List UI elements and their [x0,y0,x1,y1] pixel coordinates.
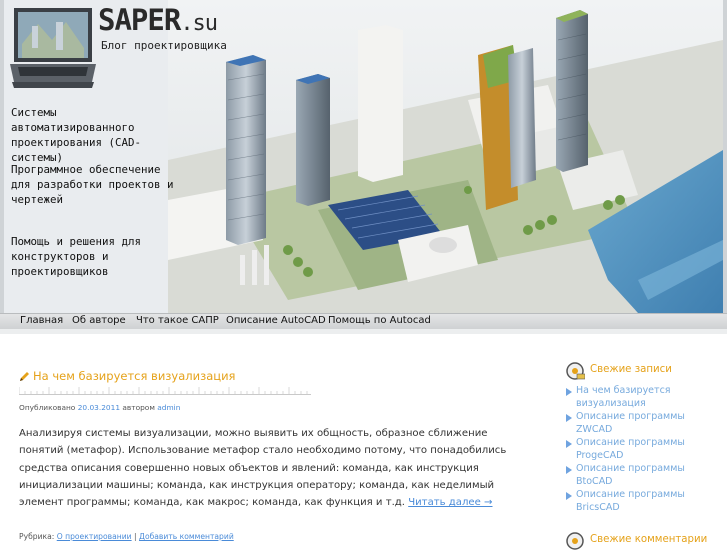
nav-divider [0,329,727,334]
laptop-logo-image [10,8,96,88]
recent-post-label: Описание программы BtoCAD [576,463,685,488]
header-border-left [0,0,4,313]
add-comment-link[interactable]: Добавить комментарий [139,532,234,541]
category-link[interactable]: О проектировании [57,532,132,541]
meta-prefix: Опубликовано [19,403,76,412]
logo-main-text: SAPER [98,3,181,37]
arrow-right-icon [566,440,572,449]
site-tagline: Блог проектировщика [101,39,227,52]
slogan-help: Помощь и решения для конструкторов и про… [11,235,142,278]
pencil-icon [20,372,29,381]
list-item[interactable]: На чем базируется визуализация [566,385,716,411]
footer-separator: | [134,532,137,541]
ruler-divider [19,387,311,395]
widget-title-recent-comments: Свежие комментарии [590,534,708,545]
list-item[interactable]: Описание программы ProgeCAD [566,437,716,463]
post-excerpt: Анализируя системы визуализации, можно в… [19,425,524,511]
logo-suffix-text: .su [180,11,218,36]
header-border-right [723,0,727,313]
slogan-software: Программное обеспечение для разработки п… [11,163,174,206]
arrow-right-icon [566,414,572,423]
header-city-image [168,0,723,313]
recent-post-label: Описание программы ZWCAD [576,411,685,435]
post-footer-meta: Рубрика: О проектировании | Добавить ком… [19,532,234,541]
tape-measure-icon [566,532,584,550]
main-nav: Главная Об авторе Что такое САПР Описани… [0,313,727,330]
arrow-right-icon [566,492,572,501]
site-header: SAPER.su Блог проектировщика Системы авт… [0,0,727,313]
read-more-link[interactable]: Читать далее → [408,497,492,508]
arrow-right-icon [566,388,572,396]
recent-post-label: Описание программы ProgeCAD [576,437,685,461]
post-author-link[interactable]: admin [157,403,180,412]
nav-item-autocad-help[interactable]: Помощь по Autocad [328,315,431,326]
tape-measure-icon [566,362,585,380]
slogan-cad-systems: Системы автоматизированного проектирован… [11,106,142,164]
list-item[interactable]: Описание программы BtoCAD [566,463,716,489]
list-item[interactable]: Описание программы BricsCAD [566,489,716,515]
category-prefix: Рубрика: [19,532,55,541]
site-logo[interactable]: SAPER.su [98,3,218,37]
recent-post-label: На чем базируется визуализация [576,385,671,409]
nav-item-what-is-sapr[interactable]: Что такое САПР [136,315,219,326]
nav-item-about[interactable]: Об авторе [72,315,126,326]
list-item[interactable]: Описание программы ZWCAD [566,411,716,437]
recent-posts-list: На чем базируется визуализация Описание … [566,385,716,515]
widget-title-recent-posts: Свежие записи [590,364,672,375]
recent-post-label: Описание программы BricsCAD [576,489,685,514]
post-title-link[interactable]: На чем базируется визуализация [33,369,235,383]
nav-item-autocad-description[interactable]: Описание AutoCAD [226,315,326,326]
post-meta: Опубликовано 20.03.2011 автором admin [19,403,180,412]
arrow-right-icon [566,466,572,475]
post-date-link[interactable]: 20.03.2011 [78,403,120,412]
nav-item-home[interactable]: Главная [20,315,63,326]
author-prefix: автором [122,403,155,412]
